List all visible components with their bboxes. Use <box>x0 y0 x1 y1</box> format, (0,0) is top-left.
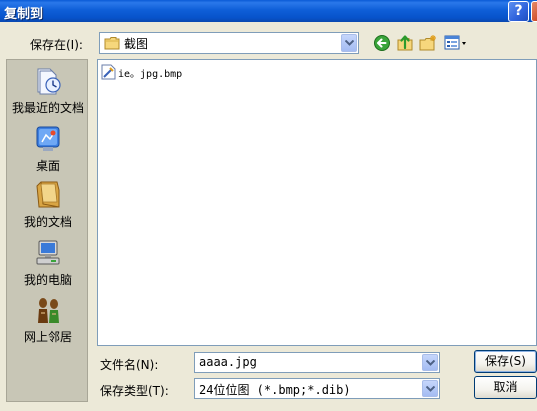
desktop-icon <box>36 126 60 151</box>
chevron-down-icon[interactable] <box>422 380 438 397</box>
save-in-combo[interactable]: 截图 <box>99 32 359 54</box>
save-button[interactable]: 保存(S) <box>474 350 537 373</box>
place-desktop[interactable]: 桌面 <box>7 122 89 178</box>
my-documents-icon <box>36 181 60 208</box>
place-recent-documents[interactable]: 我最近的文档 <box>7 64 89 120</box>
view-menu-icon[interactable] <box>444 34 468 52</box>
new-folder-icon[interactable] <box>419 34 437 52</box>
places-bar: 我最近的文档 桌面 我的文档 我的电脑 网上邻居 <box>6 59 88 402</box>
place-label: 我最近的文档 <box>11 101 84 115</box>
cancel-button[interactable]: 取消 <box>474 376 537 399</box>
up-folder-icon[interactable] <box>396 34 414 52</box>
save-in-value: 截图 <box>124 37 149 51</box>
file-name-label: 文件名(N): <box>100 358 159 372</box>
my-computer-icon <box>36 240 60 265</box>
place-label: 桌面 <box>35 159 60 173</box>
chevron-down-icon[interactable] <box>341 34 357 52</box>
save-in-label: 保存在(I): <box>30 38 83 52</box>
window-title: 复制到 <box>4 7 44 22</box>
bitmap-file-icon <box>101 64 116 80</box>
chevron-down-icon[interactable] <box>422 354 438 371</box>
back-icon[interactable] <box>373 34 391 52</box>
network-places-icon <box>38 298 59 323</box>
place-my-documents[interactable]: 我的文档 <box>7 178 89 234</box>
place-my-computer[interactable]: 我的电脑 <box>7 236 89 292</box>
save-type-label: 保存类型(T): <box>100 384 169 398</box>
folder-icon <box>104 37 120 50</box>
close-button[interactable] <box>531 1 537 22</box>
place-network[interactable]: 网上邻居 <box>7 293 89 349</box>
save-dialog: 复制到 ? 保存在(I): 截图 我最近的文档 桌面 我的文档 我的电脑 网上邻… <box>0 0 537 411</box>
recent-documents-icon <box>37 68 61 95</box>
place-label: 网上邻居 <box>23 330 72 344</box>
help-button[interactable]: ? <box>508 1 529 22</box>
file-name-input[interactable]: aaaa.jpg <box>194 352 440 373</box>
place-label: 我的文档 <box>23 215 72 229</box>
title-bar[interactable]: 复制到 ? <box>0 0 537 22</box>
file-name: ie。jpg.bmp <box>118 69 183 80</box>
save-type-select[interactable]: 24位位图 (*.bmp;*.dib) <box>194 378 440 399</box>
save-type-value: 24位位图 (*.bmp;*.dib) <box>199 383 351 397</box>
place-label: 我的电脑 <box>23 273 72 287</box>
file-name-value: aaaa.jpg <box>199 355 257 369</box>
file-list[interactable]: ie。jpg.bmp <box>97 59 537 346</box>
